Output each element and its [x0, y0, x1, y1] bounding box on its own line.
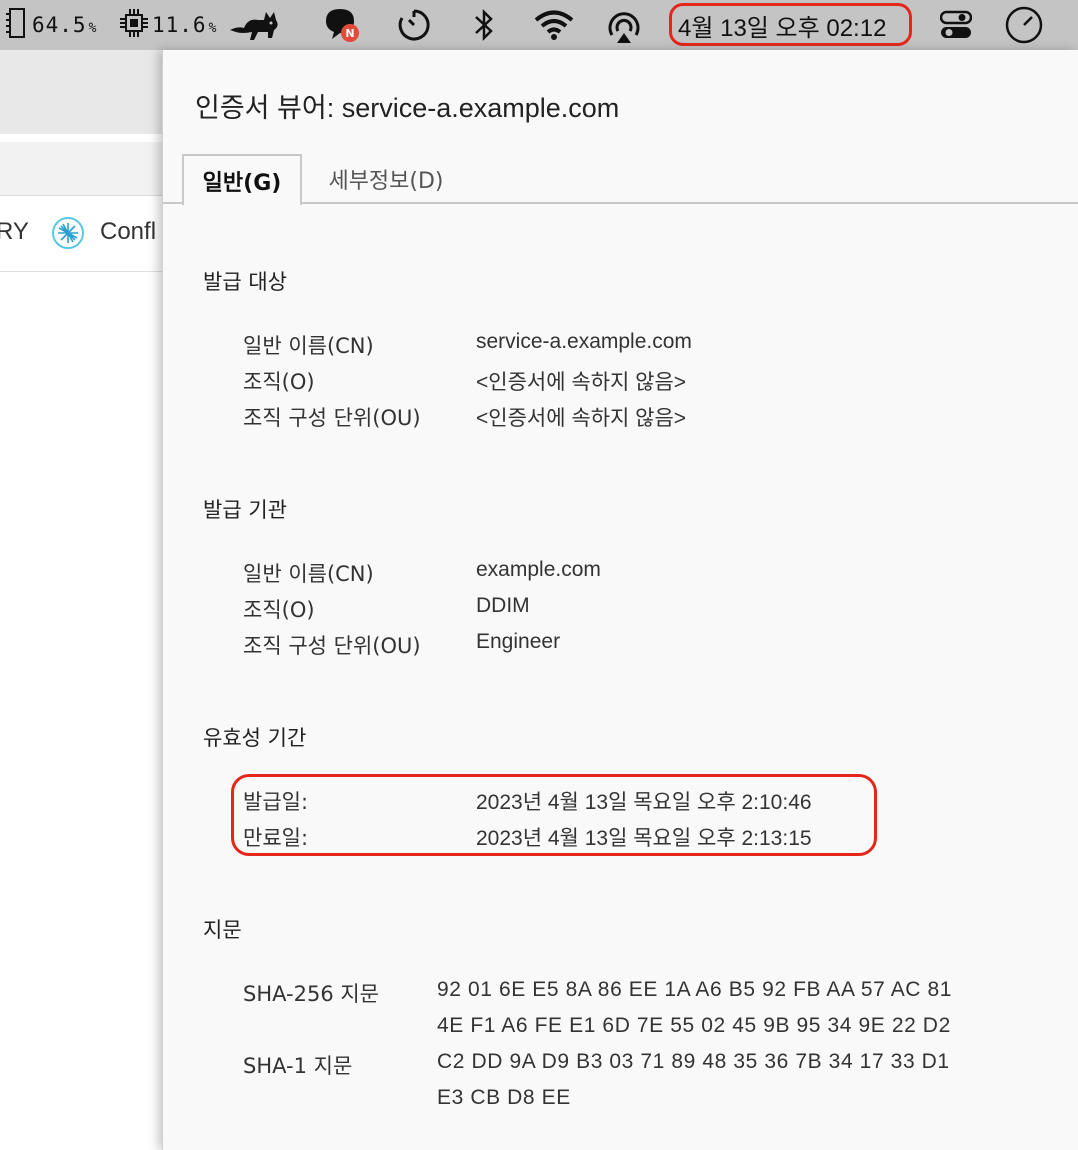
airplay-audio-icon[interactable]	[604, 0, 644, 50]
fingerprints-heading: 지문	[203, 918, 242, 942]
cpu-chip-icon	[120, 8, 148, 42]
issued-by-o-value: DDIM	[476, 594, 530, 617]
bluetooth-icon[interactable]	[472, 0, 496, 50]
bookmarks-bar: RY Confl	[0, 196, 162, 272]
confluence-icon[interactable]	[51, 216, 85, 254]
bookmark-confluence[interactable]: Confl	[100, 218, 156, 246]
bookmark-partial[interactable]: RY	[0, 218, 29, 246]
sha256-label: SHA-256 지문	[243, 982, 380, 1006]
issued-to-ou-value: <인증서에 속하지 않음>	[476, 407, 687, 430]
issued-to-o-value: <인증서에 속하지 않음>	[476, 371, 687, 394]
issued-to-cn-value: service-a.example.com	[476, 330, 692, 353]
tab-details[interactable]: 세부정보(D)	[323, 154, 449, 204]
sha1-label: SHA-1 지문	[243, 1054, 353, 1078]
browser-tabstrip	[0, 50, 162, 134]
cpu-value: 11.6	[152, 13, 207, 37]
clock-highlight-annotation	[669, 3, 912, 46]
control-center-icon[interactable]	[940, 0, 972, 50]
memory-status[interactable]: 64.5%	[6, 0, 97, 50]
issued-by-cn-label: 일반 이름(CN)	[243, 562, 374, 586]
issued-to-heading: 발급 대상	[203, 270, 287, 294]
cpu-unit: %	[208, 21, 218, 36]
sha1-line-2: E3 CB D8 EE	[437, 1086, 571, 1109]
issued-by-heading: 발급 기관	[203, 498, 287, 522]
runcat-cat-icon[interactable]	[228, 0, 282, 50]
sha256-line-1: 92 01 6E E5 8A 86 EE 1A A6 B5 92 FB AA 5…	[437, 978, 953, 1001]
issued-to-cn-label: 일반 이름(CN)	[243, 334, 374, 358]
dialog-title: 인증서 뷰어: service-a.example.com	[195, 93, 620, 123]
menu-bar: 64.5% 11.6% N 4월 13일 오후 02:12	[0, 0, 1078, 50]
tab-general[interactable]: 일반(G)	[182, 154, 302, 205]
issued-to-o-label: 조직(O)	[243, 370, 315, 394]
issued-by-ou-label: 조직 구성 단위(OU)	[243, 634, 421, 658]
memory-chip-icon	[6, 7, 28, 44]
timer-icon[interactable]	[396, 0, 432, 50]
certificate-viewer-dialog: 인증서 뷰어: service-a.example.com 일반(G) 세부정보…	[162, 50, 1078, 1150]
validity-highlight-annotation	[231, 774, 877, 856]
memory-unit: %	[88, 21, 98, 36]
issued-to-ou-label: 조직 구성 단위(OU)	[243, 406, 421, 430]
sha1-line-1: C2 DD 9A D9 B3 03 71 89 48 35 36 7B 34 1…	[437, 1050, 950, 1073]
cpu-status[interactable]: 11.6%	[120, 0, 217, 50]
browser-address-area	[0, 142, 162, 196]
chat-bubble-icon[interactable]: N	[322, 0, 362, 50]
validity-heading: 유효성 기간	[203, 726, 307, 750]
wifi-icon[interactable]	[534, 0, 574, 50]
memory-value: 64.5	[32, 13, 87, 37]
issued-by-o-label: 조직(O)	[243, 598, 315, 622]
svg-text:N: N	[345, 27, 354, 40]
issued-by-cn-value: example.com	[476, 558, 601, 581]
sha256-line-2: 4E F1 A6 FE E1 6D 7E 55 02 45 9B 95 34 9…	[437, 1014, 951, 1037]
background-browser-window: RY Confl	[0, 50, 162, 1150]
clock-icon[interactable]	[1004, 0, 1044, 50]
issued-by-ou-value: Engineer	[476, 630, 561, 653]
